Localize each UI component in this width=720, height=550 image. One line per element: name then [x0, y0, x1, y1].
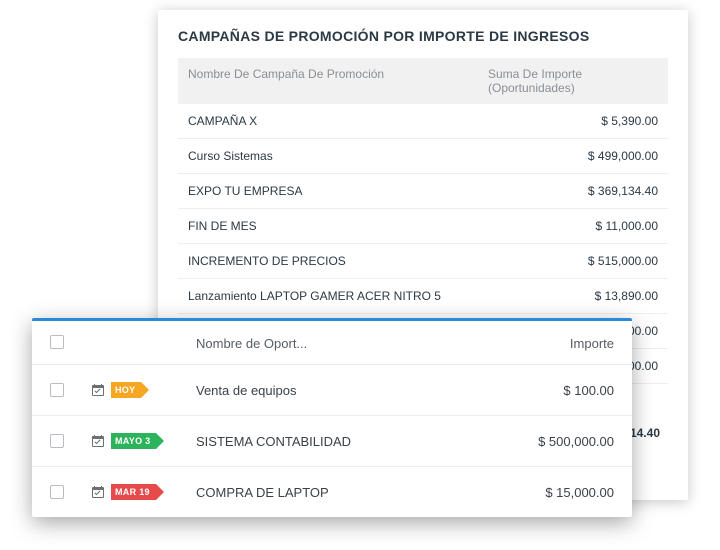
list-item[interactable]: MAYO 3 SISTEMA CONTABILIDAD$ 500,000.00 — [32, 416, 632, 467]
opportunity-amount: $ 100.00 — [494, 383, 614, 398]
header-amount: Suma De Importe (Oportunidades) — [448, 67, 658, 95]
calendar-check-icon — [90, 434, 105, 449]
table-row[interactable]: EXPO TU EMPRESA$ 369,134.40 — [178, 174, 668, 209]
opportunity-name: SISTEMA CONTABILIDAD — [196, 434, 494, 449]
opportunities-rows: HOY Venta de equipos$ 100.00 MAYO 3 SISTEMA… — [32, 365, 632, 517]
table-row[interactable]: Curso Sistemas$ 499,000.00 — [178, 139, 668, 174]
campaign-amount: $ 13,890.00 — [528, 289, 658, 303]
date-badge: MAR 19 — [111, 484, 156, 500]
campaign-name: EXPO TU EMPRESA — [188, 184, 528, 198]
campaign-name: FIN DE MES — [188, 219, 528, 233]
panel-title: CAMPAÑAS DE PROMOCIÓN POR IMPORTE DE ING… — [178, 28, 668, 44]
opportunities-header: Nombre de Oport... Importe — [32, 321, 632, 365]
opportunity-amount: $ 500,000.00 — [494, 434, 614, 449]
table-row[interactable]: Lanzamiento LAPTOP GAMER ACER NITRO 5$ 1… — [178, 279, 668, 314]
calendar-check-icon — [90, 485, 105, 500]
campaign-amount: $ 499,000.00 — [528, 149, 658, 163]
header-opportunity-name: Nombre de Oport... — [196, 336, 494, 351]
campaign-name: Curso Sistemas — [188, 149, 528, 163]
table-row[interactable]: FIN DE MES$ 11,000.00 — [178, 209, 668, 244]
row-checkbox[interactable] — [50, 434, 64, 448]
select-all-checkbox[interactable] — [50, 335, 64, 349]
calendar-check-icon — [90, 383, 105, 398]
campaign-amount: $ 11,000.00 — [528, 219, 658, 233]
row-checkbox[interactable] — [50, 383, 64, 397]
list-item[interactable]: HOY Venta de equipos$ 100.00 — [32, 365, 632, 416]
table-header: Nombre De Campaña De Promoción Suma De I… — [178, 58, 668, 104]
campaign-name: INCREMENTO DE PRECIOS — [188, 254, 528, 268]
opportunity-name: Venta de equipos — [196, 383, 494, 398]
table-row[interactable]: INCREMENTO DE PRECIOS$ 515,000.00 — [178, 244, 668, 279]
campaign-name: CAMPAÑA X — [188, 114, 528, 128]
campaign-amount: $ 369,134.40 — [528, 184, 658, 198]
opportunity-amount: $ 15,000.00 — [494, 485, 614, 500]
table-row[interactable]: CAMPAÑA X$ 5,390.00 — [178, 104, 668, 139]
row-checkbox[interactable] — [50, 485, 64, 499]
header-importe: Importe — [494, 336, 614, 351]
campaign-name: Lanzamiento LAPTOP GAMER ACER NITRO 5 — [188, 289, 528, 303]
list-item[interactable]: MAR 19 COMPRA DE LAPTOP$ 15,000.00 — [32, 467, 632, 517]
date-badge: HOY — [111, 382, 141, 398]
opportunities-panel: Nombre de Oport... Importe HOY Venta de e… — [32, 318, 632, 517]
header-name: Nombre De Campaña De Promoción — [188, 67, 448, 95]
campaign-amount: $ 515,000.00 — [528, 254, 658, 268]
opportunity-name: COMPRA DE LAPTOP — [196, 485, 494, 500]
campaign-amount: $ 5,390.00 — [528, 114, 658, 128]
date-badge: MAYO 3 — [111, 433, 156, 449]
